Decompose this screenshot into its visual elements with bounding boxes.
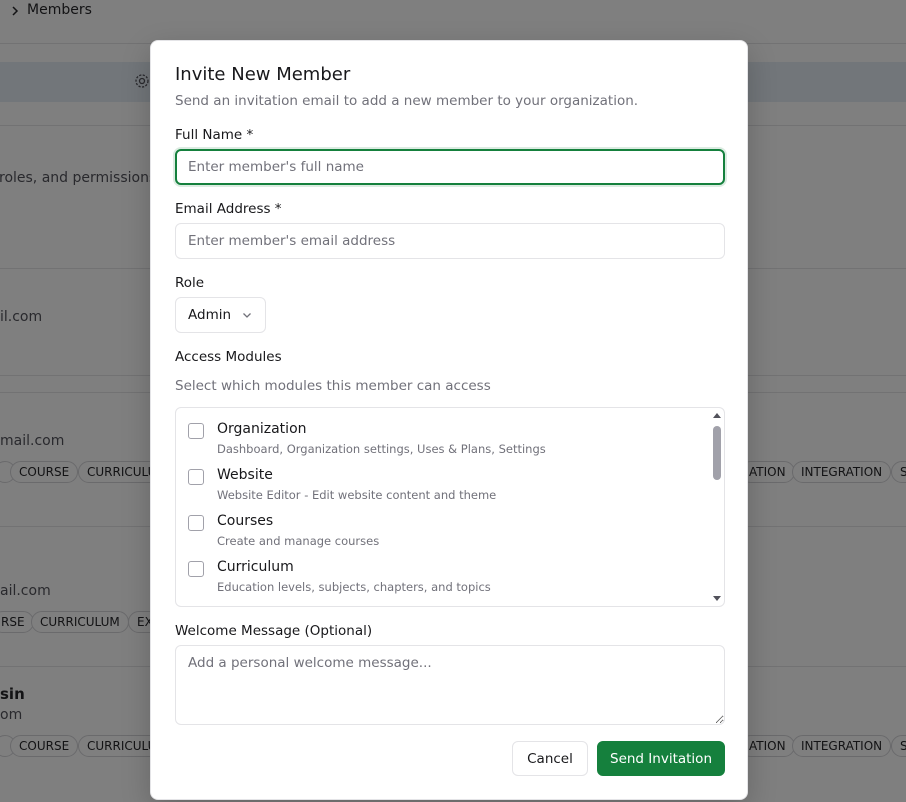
- module-item-courses[interactable]: Courses Create and manage courses: [188, 504, 688, 550]
- full-name-input[interactable]: [175, 149, 725, 185]
- email-field: Email Address *: [175, 198, 725, 218]
- chevron-down-icon: [243, 313, 251, 318]
- full-name-wrapper: [175, 149, 725, 185]
- access-modules-field: Access Modules: [175, 346, 725, 366]
- module-description: Website Editor - Edit website content an…: [217, 488, 497, 502]
- cancel-button[interactable]: Cancel: [512, 741, 588, 776]
- full-name-field: Full Name *: [175, 124, 725, 144]
- module-checkbox[interactable]: [188, 469, 204, 485]
- send-invitation-button[interactable]: Send Invitation: [597, 741, 725, 776]
- email-input[interactable]: [175, 223, 725, 259]
- role-label: Role: [175, 275, 205, 291]
- welcome-message-textarea[interactable]: [175, 645, 725, 725]
- scroll-thumb[interactable]: [713, 426, 721, 480]
- role-field: Role: [175, 272, 725, 292]
- module-name: Organization: [217, 421, 307, 437]
- modules-scrollbar[interactable]: [710, 408, 724, 606]
- module-item-partial[interactable]: [188, 596, 688, 606]
- module-description: Dashboard, Organization settings, Uses &…: [217, 442, 546, 456]
- module-checkbox[interactable]: [188, 561, 204, 577]
- access-modules-helper: Select which modules this member can acc…: [175, 378, 491, 394]
- access-modules-label: Access Modules: [175, 349, 282, 365]
- role-select[interactable]: Admin: [175, 297, 266, 333]
- welcome-label: Welcome Message (Optional): [175, 623, 373, 639]
- access-modules-helper-wrapper: Select which modules this member can acc…: [175, 375, 725, 395]
- module-name: Website: [217, 467, 273, 483]
- module-name: Courses: [217, 513, 274, 529]
- dialog-title: Invite New Member: [175, 64, 351, 85]
- module-description: Education levels, subjects, chapters, an…: [217, 580, 491, 594]
- module-checkbox[interactable]: [188, 423, 204, 439]
- module-description: Create and manage courses: [217, 534, 380, 548]
- module-item-website[interactable]: Website Website Editor - Edit website co…: [188, 458, 688, 504]
- module-name: Curriculum: [217, 559, 294, 575]
- email-wrapper: [175, 223, 725, 259]
- welcome-field: Welcome Message (Optional): [175, 620, 725, 640]
- module-checkbox[interactable]: [188, 515, 204, 531]
- dialog-description: Send an invitation email to add a new me…: [175, 93, 639, 109]
- invite-member-dialog: Invite New Member Send an invitation ema…: [150, 40, 748, 800]
- email-label: Email Address *: [175, 201, 282, 217]
- scroll-up-arrow-icon[interactable]: [713, 412, 721, 420]
- module-item-organization[interactable]: Organization Dashboard, Organization set…: [188, 412, 688, 458]
- scroll-down-arrow-icon[interactable]: [713, 594, 721, 602]
- module-item-curriculum[interactable]: Curriculum Education levels, subjects, c…: [188, 550, 688, 596]
- role-select-value: Admin: [188, 307, 232, 323]
- modules-list[interactable]: Organization Dashboard, Organization set…: [175, 407, 725, 607]
- full-name-label: Full Name *: [175, 127, 254, 143]
